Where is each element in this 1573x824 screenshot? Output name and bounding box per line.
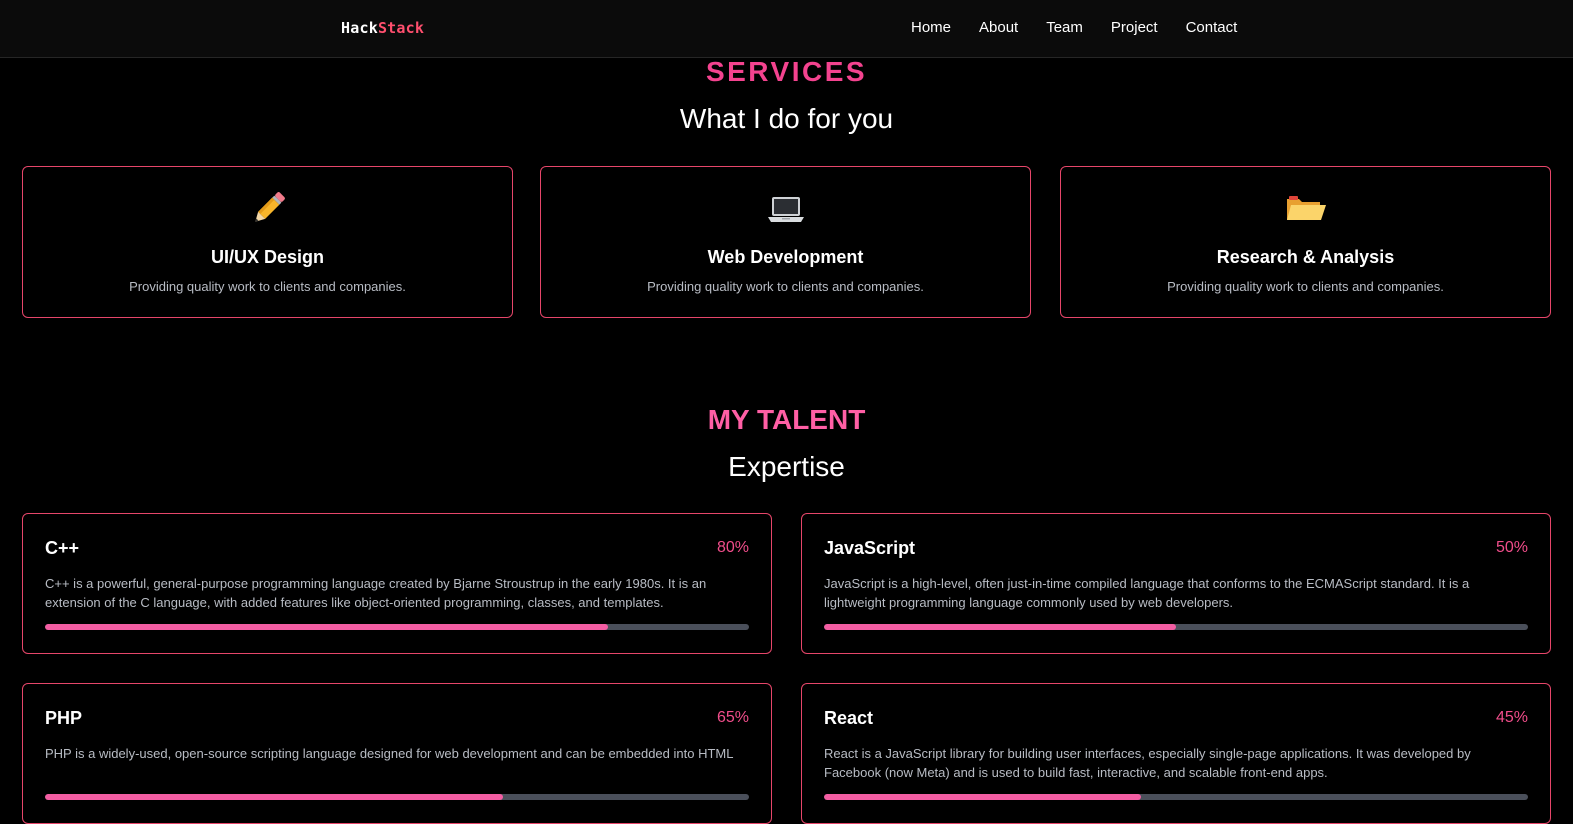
skill-percent: 80% <box>716 539 749 556</box>
navbar: HackStack Home About Team Project Contac… <box>0 0 1573 58</box>
skill-description: PHP is a widely-used, open-source script… <box>45 746 734 761</box>
skill-card-php: PHP 65% PHP is a widely-used, open-sourc… <box>22 683 772 824</box>
skill-progress-fill <box>45 624 609 630</box>
skill-progress-fill <box>824 794 1141 800</box>
services-section-title: What I do for you <box>679 103 894 134</box>
skill-name: C++ <box>45 538 80 558</box>
talent-section-title: Expertise <box>728 451 845 482</box>
logo-text-hack: Hack <box>341 19 378 37</box>
skill-percent: 45% <box>1495 709 1528 726</box>
skill-progress-bar <box>45 624 749 630</box>
logo-text-stack: Stack <box>377 19 425 37</box>
service-description: Providing quality work to clients and co… <box>647 279 924 294</box>
skill-card-react: React 45% React is a JavaScript library … <box>801 683 1551 824</box>
skill-progress-bar <box>824 794 1528 800</box>
logo[interactable]: HackStack <box>341 19 424 37</box>
service-description: Providing quality work to clients and co… <box>1167 279 1444 294</box>
skill-progress-fill <box>824 624 1176 630</box>
services-section-label: SERVICES <box>705 56 868 87</box>
skill-percent: 65% <box>716 709 749 726</box>
service-title: Research & Analysis <box>1216 247 1395 267</box>
service-title: Web Development <box>707 247 864 267</box>
skill-card-javascript: JavaScript 50% JavaScript is a high-leve… <box>801 513 1551 654</box>
nav-link-project[interactable]: Project <box>1111 19 1158 37</box>
skill-name: PHP <box>45 708 83 728</box>
nav-link-home[interactable]: Home <box>911 19 951 37</box>
nav-links: Home About Team Project Contact <box>911 19 1237 37</box>
service-card-research-analysis[interactable]: Research & Analysis Providing quality wo… <box>1060 166 1551 318</box>
skill-description: C++ is a powerful, general-purpose progr… <box>45 576 707 610</box>
nav-link-about[interactable]: About <box>979 19 1018 37</box>
service-card-uiux[interactable]: UI/UX Design Providing quality work to c… <box>22 166 513 318</box>
skill-percent: 50% <box>1495 539 1528 556</box>
nav-link-contact[interactable]: Contact <box>1186 19 1238 37</box>
skill-name: JavaScript <box>824 538 916 558</box>
pencil-icon <box>23 187 512 231</box>
service-card-web-development[interactable]: Web Development Providing quality work t… <box>540 166 1031 318</box>
skill-progress-bar <box>824 624 1528 630</box>
talent-section-label: MY TALENT <box>707 404 866 435</box>
service-description: Providing quality work to clients and co… <box>129 279 406 294</box>
skill-card-cpp: C++ 80% C++ is a powerful, general-purpo… <box>22 513 772 654</box>
service-title: UI/UX Design <box>210 247 325 267</box>
skill-name: React <box>824 708 874 728</box>
skill-description: React is a JavaScript library for buildi… <box>824 746 1471 780</box>
skill-description: JavaScript is a high-level, often just-i… <box>824 576 1470 610</box>
folder-icon <box>1061 187 1550 231</box>
skill-progress-bar <box>45 794 749 800</box>
laptop-icon <box>541 187 1030 231</box>
nav-link-team[interactable]: Team <box>1046 19 1083 37</box>
skill-progress-fill <box>45 794 503 800</box>
